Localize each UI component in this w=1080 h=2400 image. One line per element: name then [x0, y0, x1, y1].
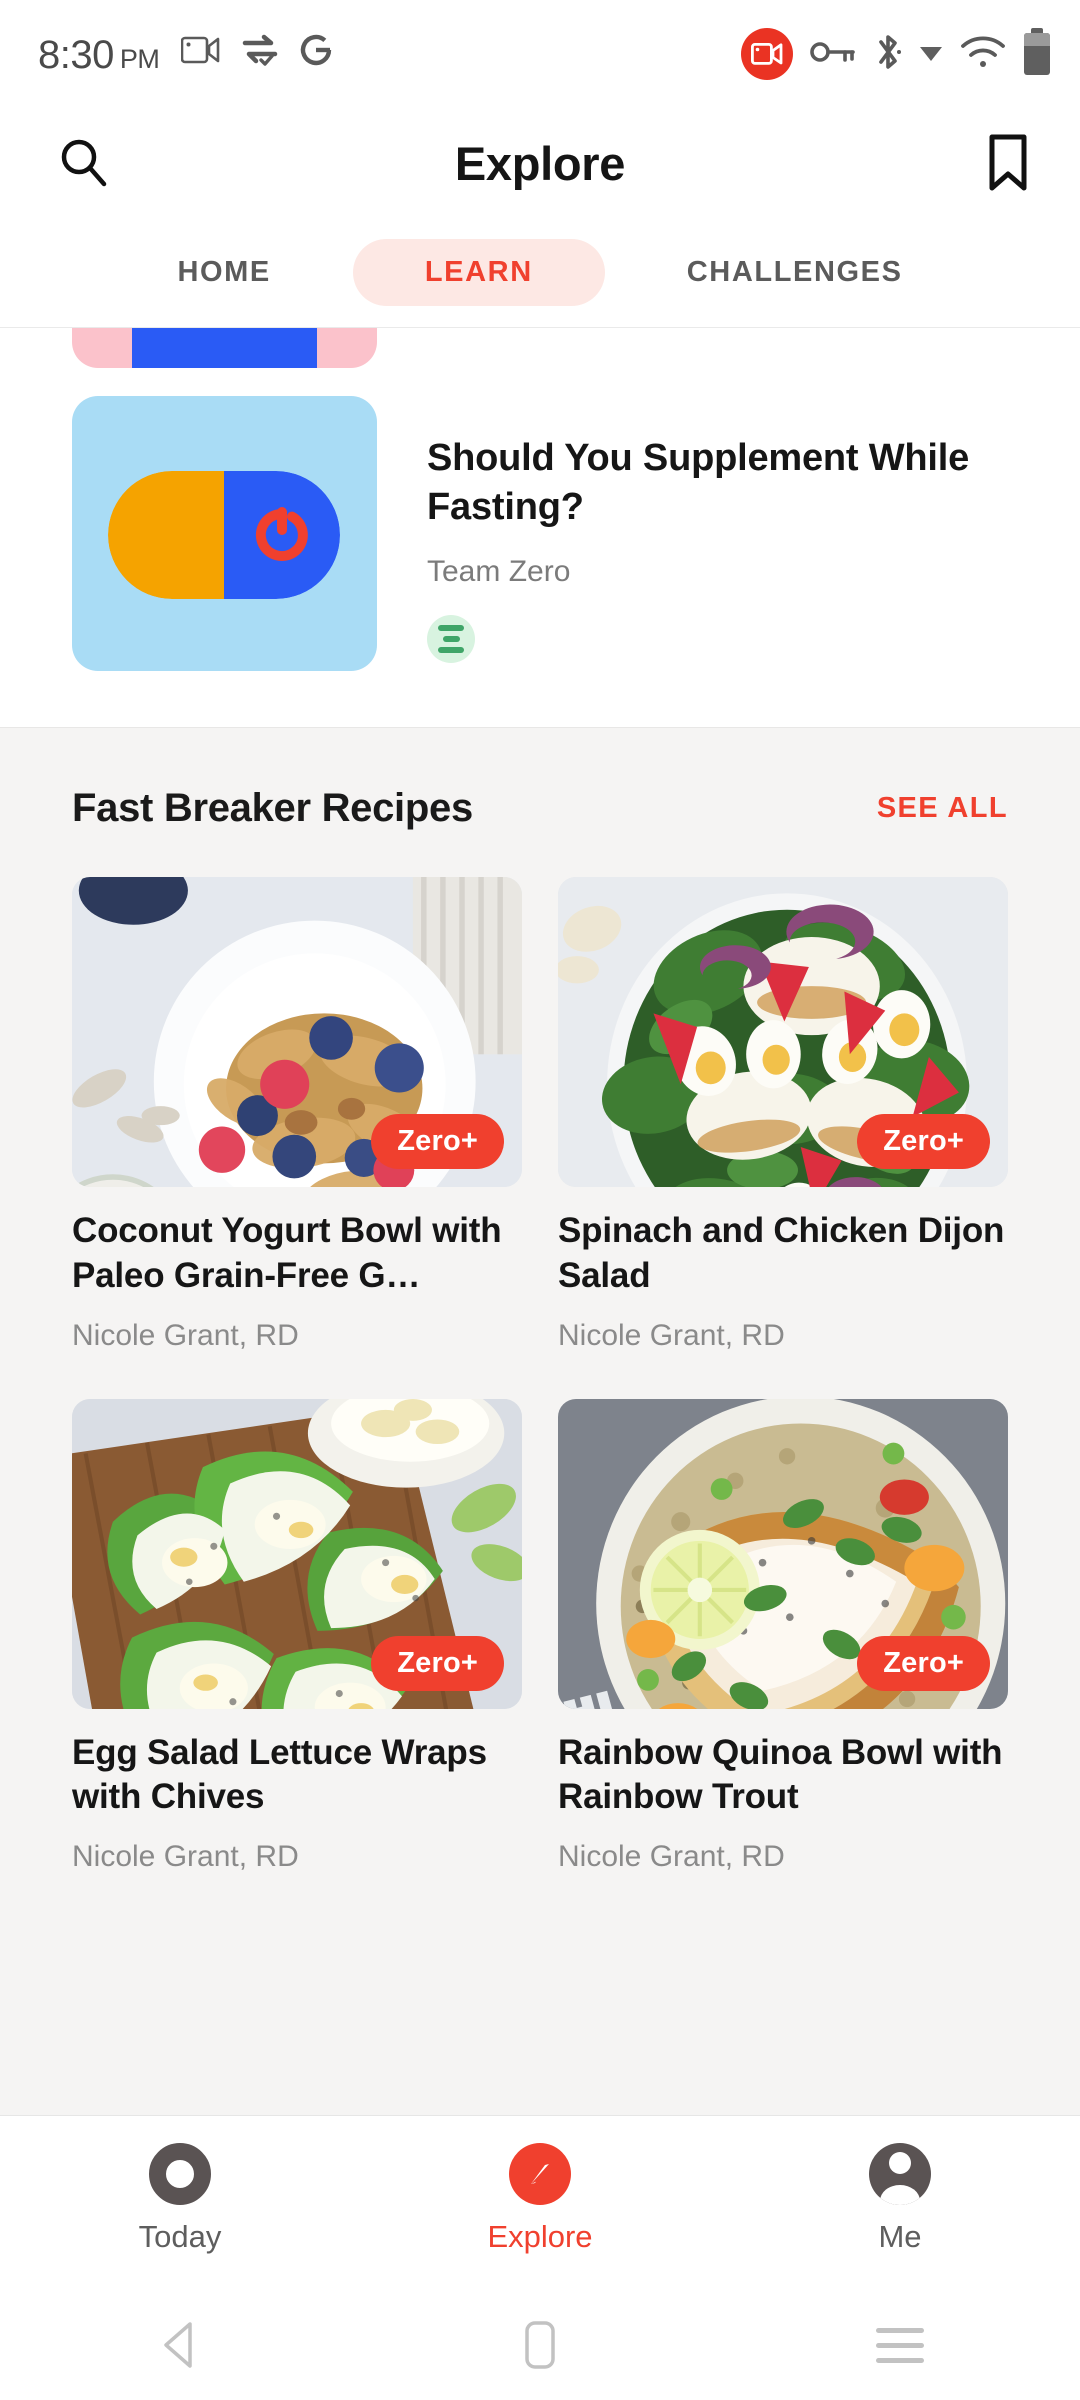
- recipe-title: Spinach and Chicken Dijon Salad: [558, 1211, 1005, 1295]
- wifi-icon: [959, 34, 1007, 75]
- supplement-pill-icon: [72, 396, 377, 671]
- nav-item-explore[interactable]: Explore: [440, 2143, 640, 2255]
- recipe-author: Nicole Grant, RD: [72, 1840, 299, 1874]
- article-card[interactable]: Should You Supplement While Fasting? Tea…: [0, 368, 1080, 727]
- article-meta: Should You Supplement While Fasting? Tea…: [427, 396, 1008, 671]
- status-bar: 8:30 PM: [0, 0, 1080, 108]
- recipes-grid: Zero+ Coconut Yogurt Bowl with Paleo Gra…: [72, 877, 1008, 1874]
- spinach-chicken-salad-photo: Zero+: [558, 877, 1008, 1187]
- screen-recording-icon: [741, 28, 793, 80]
- content-scroll-area[interactable]: Should You Supplement While Fasting? Tea…: [0, 328, 1080, 2115]
- recipes-section-header: Fast Breaker Recipes SEE ALL: [72, 786, 1008, 831]
- recents-lines-icon[interactable]: [800, 2327, 1000, 2363]
- zero-ring-icon: [255, 507, 308, 561]
- nav-item-today-label: Today: [138, 2219, 222, 2254]
- status-clock: 8:30 PM: [38, 33, 160, 77]
- back-triangle-icon[interactable]: [80, 2320, 280, 2370]
- battery-icon: [1024, 28, 1050, 75]
- article-lines-icon: [427, 615, 475, 664]
- page-title: Explore: [454, 136, 626, 190]
- nav-item-explore-label: Explore: [487, 2219, 593, 2254]
- nav-item-me[interactable]: Me: [800, 2143, 1000, 2255]
- status-clock-time: 8:30: [38, 33, 114, 77]
- zero-plus-badge: Zero+: [857, 1635, 990, 1691]
- status-clock-ampm: PM: [119, 44, 160, 74]
- status-bar-right: [741, 28, 1050, 80]
- recipes-section-title: Fast Breaker Recipes: [72, 786, 473, 830]
- recipe-card[interactable]: Zero+ Spinach and Chicken Dijon Salad Ni…: [558, 877, 1008, 1353]
- nav-item-me-label: Me: [878, 2219, 922, 2254]
- recipe-card[interactable]: Zero+ Egg Salad Lettuce Wraps with Chive…: [72, 1398, 522, 1875]
- tab-learn[interactable]: LEARN: [352, 239, 605, 306]
- nav-item-today[interactable]: Today: [80, 2143, 280, 2255]
- tab-bar: HOME LEARN CHALLENGES: [0, 218, 1080, 328]
- bottom-navigation-bar: Today Explore Me: [0, 2115, 1080, 2290]
- bluetooth-icon: [873, 31, 903, 78]
- wifi-dropdown-caret-icon: [920, 47, 942, 61]
- vpn-key-icon: [810, 39, 856, 70]
- recipe-card[interactable]: Zero+ Rainbow Quinoa Bowl with Rainbow T…: [558, 1398, 1008, 1875]
- previous-article-card-clipped[interactable]: [0, 328, 1080, 368]
- zero-plus-badge: Zero+: [371, 1635, 504, 1691]
- recipes-section: Fast Breaker Recipes SEE ALL Zero+ Cocon…: [0, 727, 1080, 2115]
- previous-article-thumbnail: [72, 328, 377, 368]
- app-screen: 8:30 PM Explore HOME LEARN CHALLENGES Sh…: [0, 0, 1080, 2400]
- bookmark-icon[interactable]: [986, 134, 1030, 192]
- search-icon[interactable]: [55, 135, 111, 191]
- tab-home[interactable]: HOME: [139, 239, 308, 306]
- recipe-title: Egg Salad Lettuce Wraps with Chives: [72, 1732, 487, 1817]
- article-author: Team Zero: [427, 555, 571, 589]
- compass-icon: [509, 2143, 571, 2205]
- recipe-title: Coconut Yogurt Bowl with Paleo Grain-Fre…: [72, 1211, 502, 1295]
- rainbow-quinoa-trout-photo: Zero+: [558, 1398, 1008, 1709]
- zero-plus-badge: Zero+: [857, 1114, 990, 1169]
- article-title: Should You Supplement While Fasting?: [427, 437, 970, 528]
- recipe-author: Nicole Grant, RD: [558, 1318, 785, 1352]
- zero-plus-badge: Zero+: [371, 1114, 504, 1169]
- recipe-card[interactable]: Zero+ Coconut Yogurt Bowl with Paleo Gra…: [72, 877, 522, 1353]
- see-all-link[interactable]: SEE ALL: [877, 792, 1008, 825]
- person-icon: [869, 2143, 931, 2205]
- sync-transfer-icon: [241, 34, 279, 71]
- ring-timer-icon: [149, 2143, 211, 2205]
- status-bar-left: 8:30 PM: [38, 33, 333, 75]
- egg-salad-lettuce-wraps-photo: Zero+: [72, 1398, 522, 1709]
- recipe-author: Nicole Grant, RD: [558, 1840, 785, 1874]
- coconut-yogurt-bowl-photo: Zero+: [72, 877, 522, 1187]
- video-camera-icon: [181, 35, 221, 70]
- status-left-icon-group: [181, 33, 333, 75]
- recipe-author: Nicole Grant, RD: [72, 1318, 299, 1352]
- app-header: Explore: [0, 108, 1080, 218]
- google-g-icon: [299, 33, 333, 72]
- tab-challenges[interactable]: CHALLENGES: [649, 239, 941, 306]
- home-square-icon[interactable]: [440, 2319, 640, 2371]
- android-system-nav: [0, 2290, 1080, 2400]
- recipe-title: Rainbow Quinoa Bowl with Rainbow Trout: [558, 1732, 1003, 1817]
